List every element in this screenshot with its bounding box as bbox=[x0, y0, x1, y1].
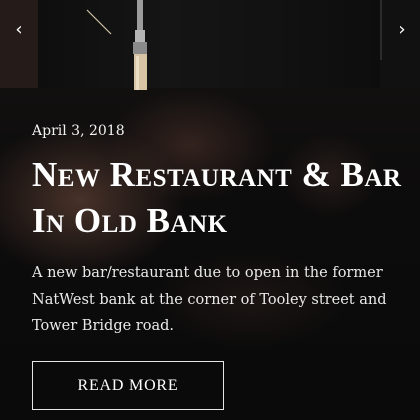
bottle-illustration bbox=[133, 0, 147, 90]
post-date: April 3, 2018 bbox=[32, 123, 125, 139]
chevron-right-icon[interactable]: › bbox=[392, 18, 412, 42]
photo-divider bbox=[380, 0, 382, 60]
chevron-left-icon[interactable]: ‹ bbox=[9, 18, 29, 42]
decorative-streak bbox=[86, 9, 112, 35]
top-photo-band bbox=[0, 0, 420, 88]
right-photo-strip bbox=[380, 0, 420, 88]
post-title[interactable]: New Restaurant & Bar In Old Bank bbox=[32, 152, 412, 244]
post-excerpt: A new bar/restaurant due to open in the … bbox=[32, 265, 387, 334]
read-more-button[interactable]: READ MORE bbox=[32, 361, 224, 410]
left-photo-strip bbox=[0, 0, 38, 88]
